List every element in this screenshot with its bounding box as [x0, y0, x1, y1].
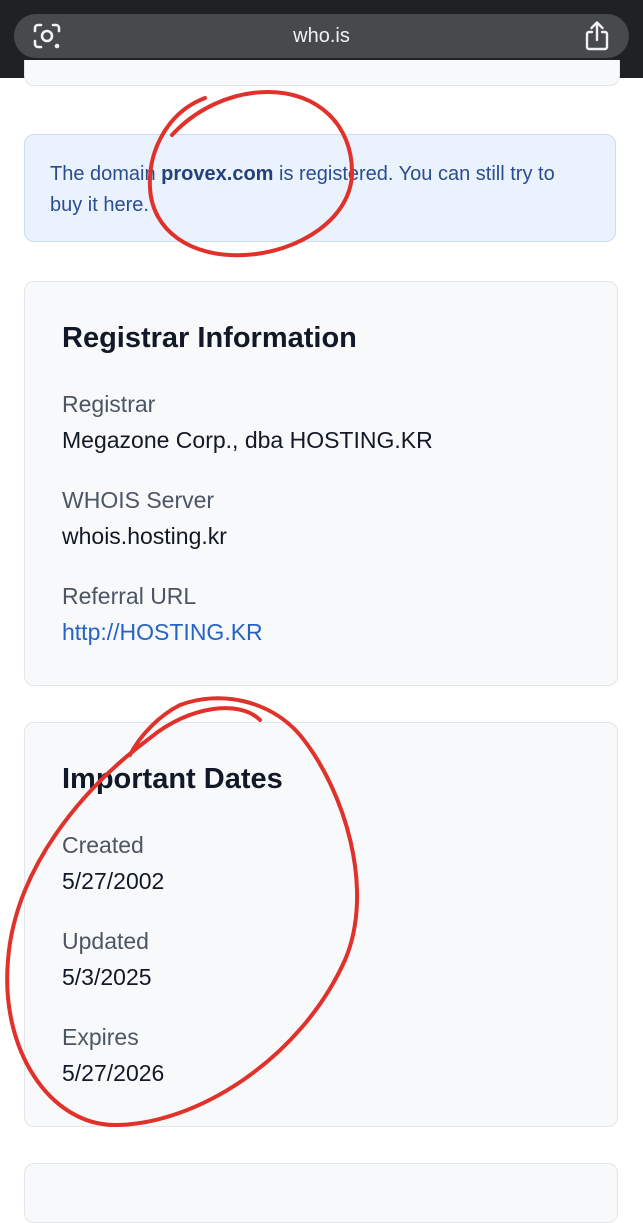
notice-suffix: .	[143, 194, 149, 216]
notice-prefix: The domain	[50, 163, 162, 185]
referral-url-label: Referral URL	[62, 583, 197, 609]
updated-value: 5/3/2025	[62, 964, 152, 990]
registrar-information-card: Registrar Information Registrar Megazone…	[24, 281, 618, 686]
updated-label: Updated	[62, 928, 149, 954]
url-text[interactable]: who.is	[14, 14, 629, 58]
whois-server-label: WHOIS Server	[62, 487, 215, 513]
expires-label: Expires	[62, 1024, 139, 1050]
whois-server-value: whois.hosting.kr	[62, 523, 227, 549]
notice-domain: provex.com	[161, 163, 274, 185]
created-value: 5/27/2002	[62, 868, 165, 894]
created-label: Created	[62, 832, 144, 858]
referral-url-link[interactable]: http://HOSTING.KR	[62, 619, 263, 646]
domain-status-notice: The domain provex.com is registered. You…	[24, 134, 616, 242]
previous-card	[24, 60, 620, 86]
registrar-information-title: Registrar Information	[62, 322, 357, 354]
important-dates-card: Important Dates Created 5/27/2002 Update…	[24, 722, 618, 1127]
share-icon[interactable]	[583, 20, 611, 52]
expires-value: 5/27/2026	[62, 1060, 165, 1086]
buy-domain-link[interactable]: here	[103, 194, 143, 216]
registrar-value: Megazone Corp., dba HOSTING.KR	[62, 427, 433, 453]
registrar-label: Registrar	[62, 391, 156, 417]
important-dates-title: Important Dates	[62, 763, 283, 795]
address-bar[interactable]: who.is	[14, 14, 629, 58]
next-card	[24, 1163, 618, 1223]
